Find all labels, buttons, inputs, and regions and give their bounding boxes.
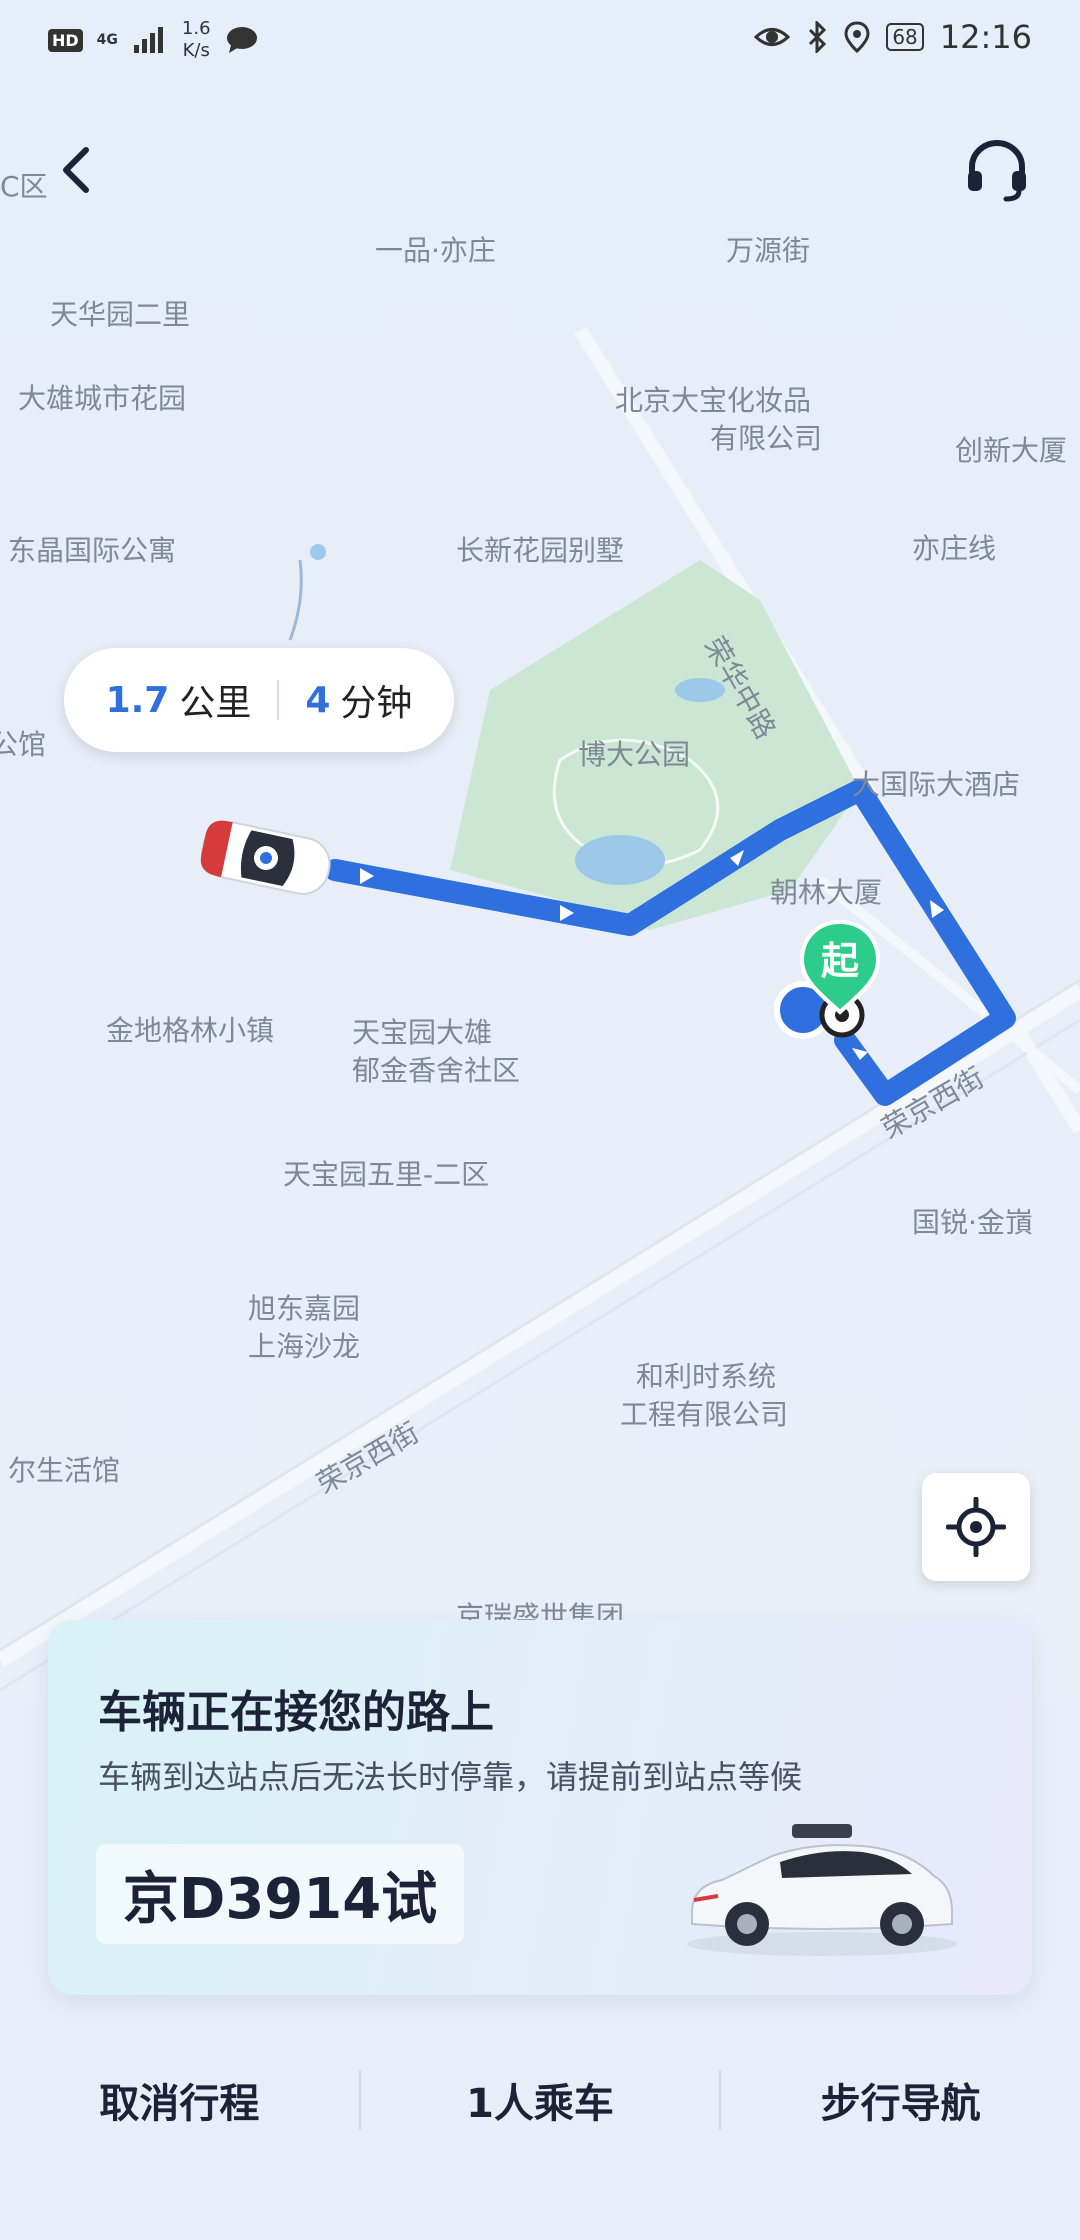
eta-unit: 分钟 [340,683,413,724]
eta-value: 4 [305,679,331,721]
bottom-action-bar: 取消行程 1人乘车 步行导航 [0,2020,1080,2180]
speed-unit: K/s [182,40,210,61]
trip-status-card: 车辆正在接您的路上 车辆到达站点后无法长时停靠，请提前到站点等候 京D3914试 [48,1620,1032,1995]
map-label: 天宝园五里-二区 [283,1158,490,1191]
signal-icon [133,27,163,53]
map-label: 大雄城市花园 [18,382,187,415]
locate-me-button[interactable] [922,1473,1030,1581]
customer-service-button[interactable] [962,135,1032,205]
back-arrow-icon [63,147,89,193]
bluetooth-icon [809,21,827,53]
map-label: 有限公司 [710,422,823,455]
message-icon [226,27,257,53]
trip-status-subtitle: 车辆到达站点后无法长时停靠，请提前到站点等候 [98,1758,803,1796]
map-label: 万源街 [726,234,811,267]
map-label: 创新大厦 [955,434,1068,467]
clock: 12:16 [939,18,1032,56]
map-label: 尔生活馆 [8,1454,121,1487]
network-type: 4G [96,32,118,48]
vehicle-image [687,1824,957,1956]
network-speed: 1.6 K/s [182,18,211,62]
map-canvas [0,0,1080,1700]
status-bar: HD 4G 1.6 K/s 68 12:16 [0,0,1080,80]
map-label: 大国际大酒店 [852,768,1021,801]
map-label: 郁金香舍社区 [352,1054,521,1087]
location-icon [844,21,870,53]
start-marker: 起 [798,918,882,1018]
eye-icon [754,28,791,46]
map-label: 朝林大厦 [770,876,883,909]
start-marker-label: 起 [820,939,859,983]
map-label: 天宝园大雄 [352,1016,493,1049]
trip-status-title: 车辆正在接您的路上 [98,1687,494,1738]
headset-icon [968,139,1026,202]
license-plate: 京D3914试 [96,1844,464,1944]
map-label: 和利时系统 [636,1360,777,1393]
map-label: 旭东嘉园 [248,1292,361,1325]
map-label: C区 [0,170,48,203]
map-label: 公馆 [0,728,47,761]
map-label: 工程有限公司 [620,1398,789,1431]
map-label: 长新花园别墅 [456,534,625,567]
map-label: 东晶国际公寓 [8,534,177,567]
map-label: 天华园二里 [50,298,191,331]
map-label: 北京大宝化妆品 [615,384,812,417]
map-label: 上海沙龙 [248,1330,361,1363]
cancel-trip-button[interactable]: 取消行程 [0,2071,359,2129]
back-button[interactable] [48,140,108,200]
map-label: 国锐·金嵿 [912,1206,1033,1239]
hd-badge: HD [48,28,83,52]
passenger-count-button[interactable]: 1人乘车 [361,2071,720,2129]
distance-value: 1.7 [105,679,170,721]
map-label: 博大公园 [578,738,691,771]
distance-time-pill: 1.7 公里 4 分钟 [64,648,454,752]
crosshair-icon [946,1497,1006,1557]
map-label: 亦庄线 [912,532,997,565]
distance-unit: 公里 [179,683,252,724]
pill-divider [277,680,280,720]
speed-value: 1.6 [181,18,211,39]
battery-indicator: 68 [886,23,924,51]
map-view[interactable]: 一品·亦庄 万源街 天华园二里 大雄城市花园 北京大宝化妆品 有限公司 创新大厦… [0,0,1080,1700]
map-label: 金地格林小镇 [106,1014,275,1047]
map-label: 一品·亦庄 [375,234,496,267]
walking-navigation-button[interactable]: 步行导航 [721,2071,1080,2129]
